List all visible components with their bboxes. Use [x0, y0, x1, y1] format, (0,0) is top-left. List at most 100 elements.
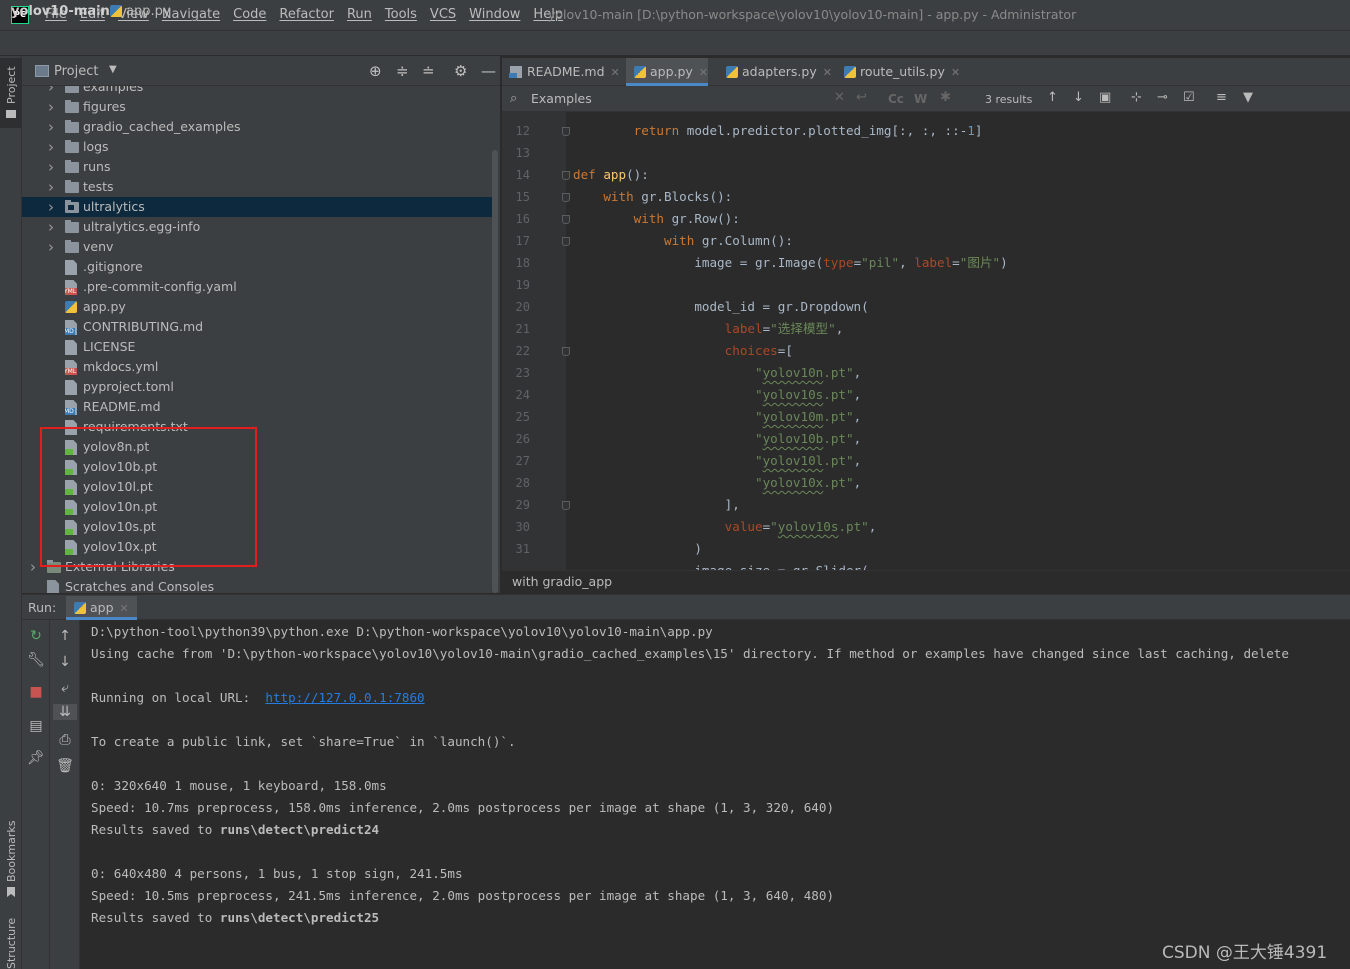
tree-item[interactable]: LICENSE	[22, 337, 492, 357]
stop-icon[interactable]: ■	[26, 684, 46, 700]
breadcrumb-file-label: app.py	[126, 4, 171, 19]
tree-item[interactable]: › tests	[22, 177, 492, 197]
editor-tab-app-py[interactable]: app.py ✕	[626, 58, 709, 86]
collapse-all-icon[interactable]: ≐	[422, 62, 435, 80]
chevron-right-icon[interactable]: ›	[48, 137, 54, 157]
previous-occurrence-icon[interactable]: ↑	[1047, 90, 1058, 105]
soft-wrap-icon[interactable]: ⤶	[55, 680, 75, 696]
filter-icon[interactable]: ▼	[1243, 90, 1253, 105]
structure-tool-label[interactable]: Structure	[5, 918, 18, 969]
tree-item[interactable]: › venv	[22, 237, 492, 257]
fold-marker-icon[interactable]	[562, 127, 570, 136]
project-tool-label[interactable]: Project	[5, 66, 18, 104]
code-line: 19	[502, 274, 1350, 296]
rerun-icon[interactable]: ↻	[26, 628, 46, 644]
tree-item[interactable]: › logs	[22, 137, 492, 157]
fold-marker-icon[interactable]	[562, 193, 570, 202]
chevron-right-icon[interactable]: ›	[48, 86, 54, 97]
code-text: "yolov10m.pt",	[754, 409, 862, 424]
editor-tab-adapters-py[interactable]: adapters.py ✕	[718, 58, 832, 86]
fold-marker-icon[interactable]	[562, 347, 570, 356]
project-view-selector[interactable]: Project	[54, 64, 98, 79]
close-icon[interactable]: ✕	[120, 602, 129, 615]
fold-marker-icon[interactable]	[562, 171, 570, 180]
close-tab-icon[interactable]: ✕	[951, 66, 960, 79]
tree-item[interactable]: pyproject.toml	[22, 377, 492, 397]
gear-icon[interactable]: ⚙	[454, 62, 467, 80]
editor-tab-README-md[interactable]: README.md ✕	[502, 58, 620, 86]
tree-item[interactable]: app.py	[22, 297, 492, 317]
scroll-down-icon[interactable]: ↓	[55, 654, 75, 670]
regex-toggle-icon[interactable]: ✱	[940, 90, 951, 105]
tree-item[interactable]: › ultralytics	[22, 197, 492, 217]
tree-item-label: ultralytics	[83, 199, 145, 214]
trash-icon[interactable]: 🗑︎	[55, 758, 75, 774]
bookmarks-tool-label[interactable]: Bookmarks	[5, 821, 18, 882]
search-icon[interactable]: ⌕	[510, 91, 517, 106]
hide-panel-icon[interactable]: —	[481, 62, 496, 80]
menu-item-code[interactable]: Code	[233, 7, 266, 22]
chevron-right-icon[interactable]: ›	[48, 237, 54, 257]
fold-marker-icon[interactable]	[562, 237, 570, 246]
menu-item-window[interactable]: Window	[469, 7, 520, 22]
tree-item[interactable]: mkdocs.yml	[22, 357, 492, 377]
local-url-link[interactable]: http://127.0.0.1:7860	[265, 690, 424, 705]
close-tab-icon[interactable]: ✕	[699, 66, 708, 79]
print-icon[interactable]: ⎙	[55, 732, 75, 748]
tree-scrollbar[interactable]	[492, 150, 498, 593]
code-text: with gr.Row():	[633, 211, 740, 226]
add-selection-icon[interactable]: ⊹	[1131, 90, 1142, 105]
console-line: 0: 640x480 4 persons, 1 bus, 1 stop sign…	[91, 866, 463, 881]
close-tab-icon[interactable]: ✕	[611, 66, 620, 79]
match-case-toggle[interactable]: Cc	[888, 92, 904, 106]
chevron-right-icon[interactable]: ›	[48, 197, 54, 217]
tree-item[interactable]: › ultralytics.egg-info	[22, 217, 492, 237]
pin-icon[interactable]: 📌︎	[26, 750, 46, 766]
tree-item[interactable]: › gradio_cached_examples	[22, 117, 492, 137]
chevron-right-icon[interactable]: ›	[48, 117, 54, 137]
menu-item-refactor[interactable]: Refactor	[279, 7, 334, 22]
tree-item[interactable]: › runs	[22, 157, 492, 177]
tree-item[interactable]: Scratches and Consoles	[22, 577, 492, 593]
tree-item[interactable]: README.md	[22, 397, 492, 417]
whole-words-toggle[interactable]: W	[914, 92, 927, 106]
filter-lines-icon[interactable]: ≡	[1216, 90, 1227, 105]
console-line: 0: 320x640 1 mouse, 1 keyboard, 158.0ms	[91, 778, 387, 793]
next-occurrence-icon[interactable]: ↓	[1073, 90, 1084, 105]
remove-selection-icon[interactable]: ⊸	[1157, 90, 1168, 105]
menu-item-vcs[interactable]: VCS	[430, 7, 456, 22]
wrench-icon[interactable]: 🔧︎	[26, 652, 46, 668]
editor-tab-route_utils-py[interactable]: route_utils.py ✕	[836, 58, 960, 86]
menu-item-tools[interactable]: Tools	[385, 7, 417, 22]
chevron-down-icon[interactable]: ▼	[109, 64, 117, 75]
chevron-right-icon[interactable]: ›	[48, 97, 54, 117]
tree-item[interactable]: › examples	[22, 86, 492, 97]
tree-item[interactable]: .pre-commit-config.yaml	[22, 277, 492, 297]
locate-target-icon[interactable]: ⊕	[369, 62, 382, 80]
close-tab-icon[interactable]: ✕	[823, 66, 832, 79]
chevron-right-icon[interactable]: ›	[48, 177, 54, 197]
scroll-up-icon[interactable]: ↑	[55, 628, 75, 644]
layout-icon[interactable]: ▤	[26, 718, 46, 734]
code-breadcrumb[interactable]: with gradio_app	[512, 574, 612, 589]
search-input[interactable]: Examples	[531, 91, 592, 106]
chevron-right-icon[interactable]: ›	[48, 157, 54, 177]
clear-search-icon[interactable]: ✕	[834, 90, 845, 105]
chevron-right-icon[interactable]: ›	[30, 557, 36, 577]
chevron-right-icon[interactable]: ›	[48, 217, 54, 237]
scroll-to-end-icon[interactable]: ⇊	[53, 704, 77, 720]
breadcrumb-file[interactable]: app.py	[110, 4, 171, 19]
select-all-icon[interactable]: ☑	[1183, 90, 1195, 105]
expand-all-icon[interactable]: ≑	[396, 62, 409, 80]
tree-item[interactable]: .gitignore	[22, 257, 492, 277]
tree-item[interactable]: › figures	[22, 97, 492, 117]
breadcrumb-project[interactable]: yolov10-main	[11, 4, 110, 19]
tree-item[interactable]: CONTRIBUTING.md	[22, 317, 492, 337]
run-toolbar-secondary: ↑ ↓ ⤶ ⇊ ⎙ 🗑︎	[50, 620, 80, 969]
menu-item-run[interactable]: Run	[347, 7, 372, 22]
fold-marker-icon[interactable]	[562, 501, 570, 510]
fold-marker-icon[interactable]	[562, 215, 570, 224]
new-line-icon[interactable]: ↩	[856, 90, 867, 105]
run-tab-app[interactable]: app ✕	[66, 596, 137, 620]
select-all-occurrences-icon[interactable]: ▣	[1099, 90, 1111, 105]
